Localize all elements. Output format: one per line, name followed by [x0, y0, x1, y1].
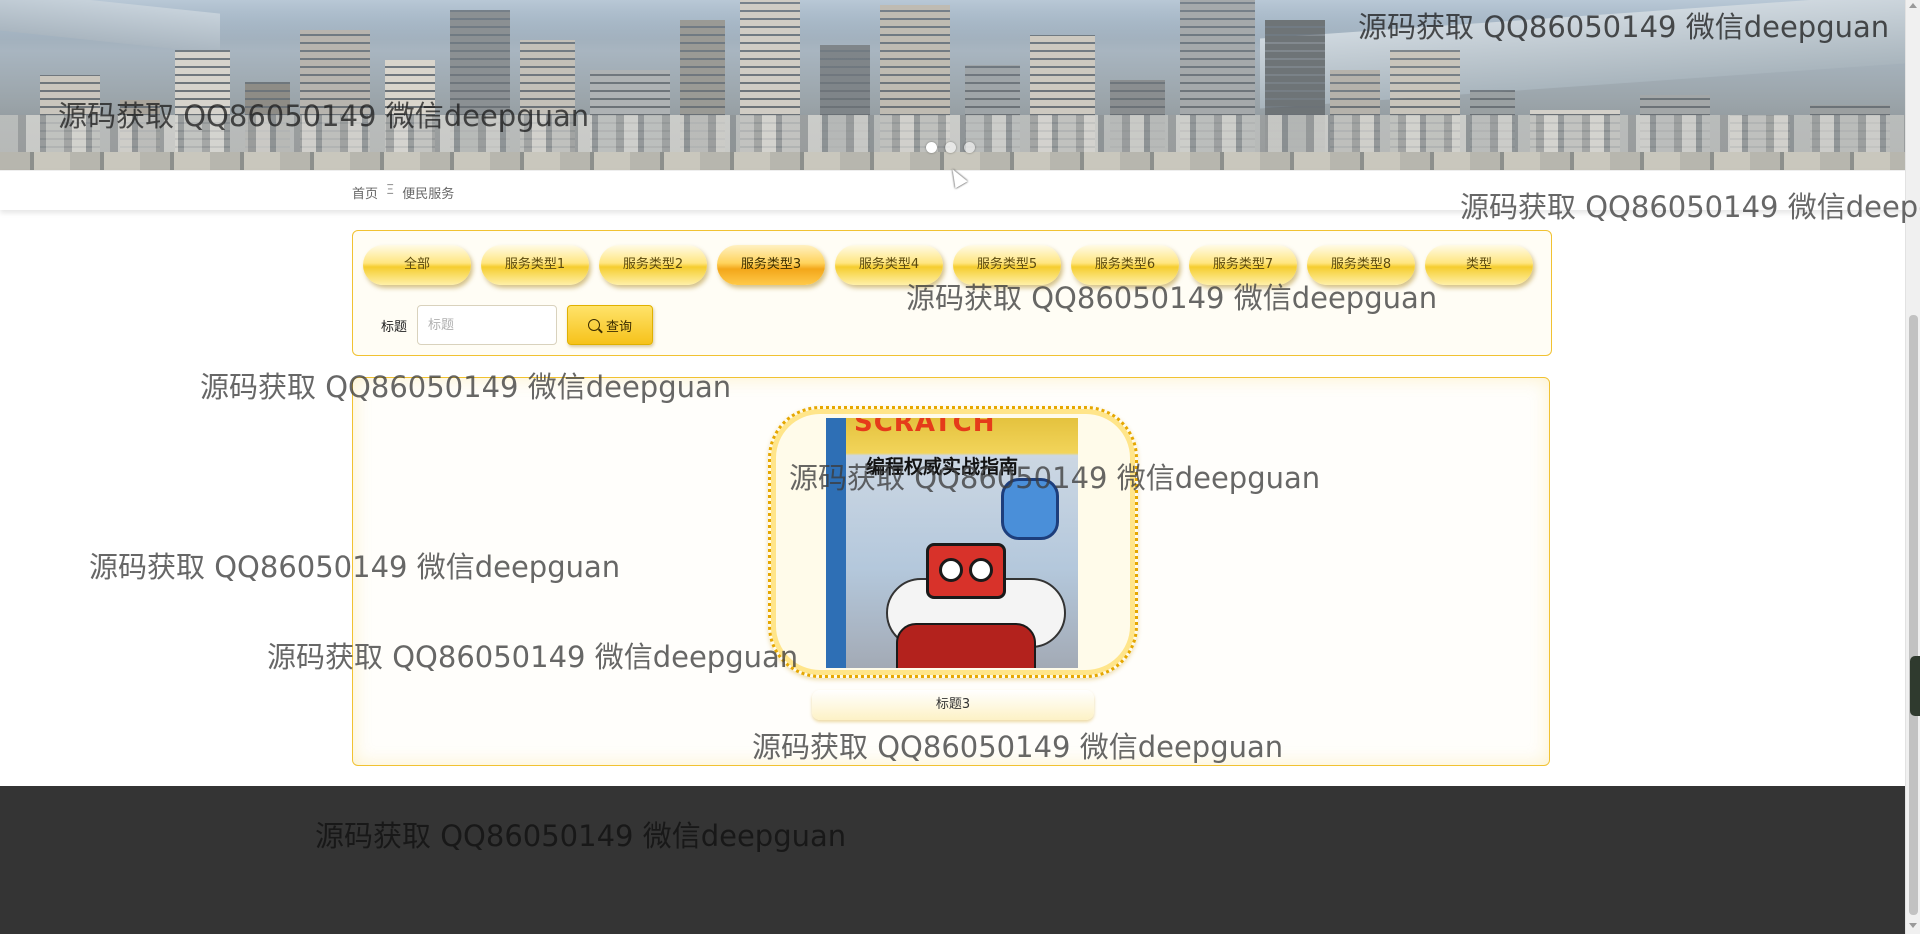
carousel-dot[interactable] — [926, 142, 937, 153]
side-widget-tab[interactable] — [1910, 656, 1920, 716]
breadcrumb-separator: Ξ — [386, 183, 395, 198]
list-panel: SCRATCH 编程权威实战指南 标题3 — [352, 377, 1550, 766]
search-button[interactable]: 查询 — [567, 305, 654, 345]
title-search-input[interactable] — [417, 305, 558, 345]
search-icon — [588, 319, 600, 331]
banner-ground — [0, 152, 1905, 170]
small-robot-illustration — [926, 543, 1006, 599]
breadcrumb: 首页 Ξ 便民服务 — [352, 183, 454, 202]
type-filter-button[interactable]: 服务类型5 — [953, 245, 1061, 285]
robot-illustration — [1001, 478, 1059, 540]
page-scrollbar[interactable] — [1905, 0, 1920, 934]
type-filter-button[interactable]: 服务类型4 — [835, 245, 943, 285]
scroll-thumb[interactable] — [1909, 315, 1918, 915]
carousel-dot[interactable] — [964, 142, 975, 153]
scroll-down-icon[interactable] — [1909, 923, 1917, 928]
breadcrumb-current[interactable]: 便民服务 — [402, 183, 454, 202]
card-cover-image[interactable]: SCRATCH 编程权威实战指南 — [826, 418, 1078, 668]
cover-text-title: 编程权威实战指南 — [866, 456, 1019, 478]
carousel-dot[interactable] — [945, 142, 956, 153]
type-filter-button[interactable]: 服务类型6 — [1071, 245, 1179, 285]
breadcrumb-home[interactable]: 首页 — [352, 183, 378, 202]
type-filter-button[interactable]: 类型 — [1425, 245, 1533, 285]
type-filter-button[interactable]: 服务类型2 — [599, 245, 707, 285]
type-filter-button[interactable]: 全部 — [363, 245, 471, 285]
type-filter-button[interactable]: 服务类型7 — [1189, 245, 1297, 285]
type-filter-button[interactable]: 服务类型1 — [481, 245, 589, 285]
hero-banner — [0, 0, 1905, 170]
filter-panel: 全部 服务类型1 服务类型2 服务类型3 服务类型4 服务类型5 服务类型6 服务类型7 服务类… — [352, 230, 1552, 356]
scroll-up-icon[interactable] — [1909, 3, 1917, 8]
search-row: 标题 查询 — [381, 305, 654, 345]
type-filter-button[interactable]: 服务类型3 — [717, 245, 825, 285]
card-title[interactable]: 标题3 — [812, 690, 1094, 720]
list-item[interactable]: SCRATCH 编程权威实战指南 标题3 — [768, 406, 1138, 748]
page: 首页 Ξ 便民服务 全部 服务类型1 服务类型2 服务类型3 服务类型4 服务类型5 服务类… — [0, 0, 1920, 934]
machine-illustration — [896, 623, 1036, 668]
type-filter-button[interactable]: 服务类型8 — [1307, 245, 1415, 285]
book-spine — [826, 418, 846, 668]
search-button-label: 查询 — [606, 319, 633, 335]
carousel-dots — [926, 142, 975, 153]
search-label: 标题 — [381, 319, 408, 335]
cover-text-top: SCRATCH — [854, 418, 996, 438]
footer — [0, 786, 1905, 934]
